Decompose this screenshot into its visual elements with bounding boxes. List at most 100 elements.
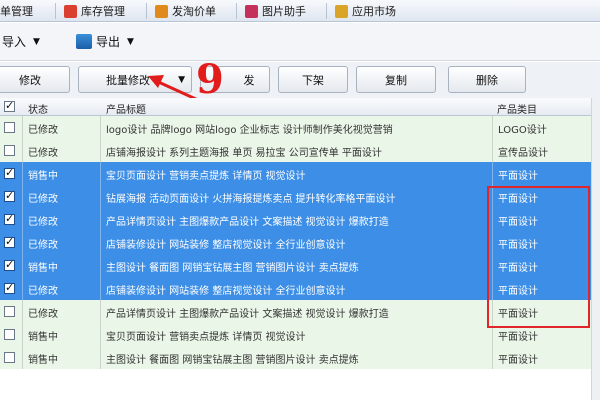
warehouse-icon — [64, 4, 77, 18]
tab-divider — [146, 3, 147, 19]
column-divider — [100, 185, 101, 208]
row-category: 平面设计 — [498, 355, 538, 366]
tab-price-list[interactable]: 发淘价单 — [155, 0, 216, 22]
tab-label: 图片助手 — [262, 5, 306, 18]
tab-divider — [326, 3, 327, 19]
row-title: 店铺装修设计 网站装修 整店视觉设计 全行业创意设计 — [106, 240, 346, 251]
row-status: 已修改 — [28, 217, 58, 228]
tab-label: 发淘价单 — [172, 5, 216, 18]
header-title[interactable]: 产品标题 — [106, 101, 146, 116]
step-number-annotation: 9 — [196, 56, 224, 103]
row-checkbox[interactable] — [4, 145, 15, 156]
column-divider — [100, 139, 101, 162]
row-status: 销售中 — [28, 263, 58, 274]
column-divider — [492, 116, 493, 139]
header-status[interactable]: 状态 — [28, 101, 48, 116]
export-icon — [76, 34, 92, 49]
delete-label: 删除 — [476, 73, 498, 87]
row-checkbox[interactable] — [4, 281, 15, 294]
image-icon — [245, 4, 258, 18]
chevron-down-icon: ▼ — [33, 36, 40, 47]
row-checkbox[interactable] — [4, 166, 15, 179]
row-title: 店铺装修设计 网站装修 整店视觉设计 全行业创意设计 — [106, 286, 346, 297]
table-row[interactable]: 销售中 宝贝页面设计 营销卖点提炼 详情页 视觉设计 平面设计 — [0, 162, 600, 185]
select-all-checkbox[interactable] — [4, 99, 15, 112]
table-header: 状态 产品标题 产品类目 — [0, 98, 600, 116]
column-divider — [100, 162, 101, 185]
action-toolbar: 修改 批量修改 ▼ 发 下架 复制 删除 — [0, 62, 600, 98]
column-divider — [22, 323, 23, 346]
column-divider — [22, 231, 23, 254]
table-row[interactable]: 已修改 logo设计 品牌logo 网站logo 企业标志 设计师制作美化视觉营销… — [0, 116, 600, 139]
import-label: 导入 — [2, 35, 27, 49]
column-divider — [22, 208, 23, 231]
row-status: 销售中 — [28, 171, 58, 182]
column-divider — [22, 277, 23, 300]
row-category: 平面设计 — [498, 171, 538, 182]
column-divider — [100, 116, 101, 139]
row-title: 产品详情页设计 主图爆款产品设计 文案描述 视觉设计 爆款打造 — [106, 217, 389, 228]
column-divider — [22, 254, 23, 277]
column-divider — [22, 139, 23, 162]
column-divider — [100, 208, 101, 231]
column-divider — [100, 231, 101, 254]
tab-order-management[interactable]: 单管理 — [0, 0, 33, 22]
price-tag-icon — [155, 4, 168, 18]
chevron-down-icon: ▼ — [127, 36, 134, 47]
row-status: 销售中 — [28, 355, 58, 366]
column-divider — [22, 346, 23, 369]
column-divider — [492, 139, 493, 162]
column-divider — [22, 300, 23, 323]
row-checkbox[interactable] — [4, 235, 15, 248]
table-row[interactable]: 已修改 店铺海报设计 系列主题海报 单页 易拉宝 公司宣传单 平面设计 宣传品设计 — [0, 139, 600, 162]
tab-image-assistant[interactable]: 图片助手 — [245, 0, 306, 22]
vertical-scrollbar[interactable] — [591, 98, 600, 400]
row-title: 主图设计 餐面图 网销宝钻展主图 营销图片设计 卖点提炼 — [106, 355, 359, 366]
column-divider — [22, 185, 23, 208]
import-export-toolbar: 导入 ▼ 导出 ▼ — [0, 23, 600, 61]
tab-label: 单管理 — [0, 5, 33, 18]
column-divider — [492, 346, 493, 369]
row-status: 已修改 — [28, 194, 58, 205]
header-category[interactable]: 产品类目 — [497, 101, 537, 116]
column-divider — [100, 254, 101, 277]
category-highlight-box — [487, 186, 590, 328]
column-divider — [22, 116, 23, 139]
tab-divider — [236, 3, 237, 19]
row-checkbox[interactable] — [4, 189, 15, 202]
row-title: 宝贝页面设计 营销卖点提炼 详情页 视觉设计 — [106, 171, 306, 182]
column-divider — [100, 277, 101, 300]
column-divider — [100, 323, 101, 346]
export-label: 导出 — [96, 35, 121, 49]
row-status: 已修改 — [28, 125, 58, 136]
table-row[interactable]: 销售中 主图设计 餐面图 网销宝钻展主图 营销图片设计 卖点提炼 平面设计 — [0, 346, 600, 369]
import-menu[interactable]: 导入 ▼ — [2, 33, 40, 50]
tab-inventory-management[interactable]: 库存管理 — [64, 0, 125, 22]
row-checkbox[interactable] — [4, 122, 15, 133]
row-checkbox[interactable] — [4, 352, 15, 363]
app-market-icon — [335, 4, 348, 18]
row-checkbox[interactable] — [4, 212, 15, 225]
row-status: 已修改 — [28, 309, 58, 320]
row-category: 宣传品设计 — [498, 148, 548, 159]
tab-app-market[interactable]: 应用市场 — [335, 0, 396, 22]
export-menu[interactable]: 导出 ▼ — [76, 33, 134, 50]
row-checkbox[interactable] — [4, 306, 15, 317]
row-status: 已修改 — [28, 148, 58, 159]
row-category: LOGO设计 — [498, 125, 547, 136]
row-category: 平面设计 — [498, 332, 538, 343]
take-down-label: 下架 — [302, 73, 324, 87]
row-title: 宝贝页面设计 营销卖点提炼 详情页 视觉设计 — [106, 332, 306, 343]
row-checkbox[interactable] — [4, 329, 15, 340]
copy-button[interactable]: 复制 — [356, 66, 436, 93]
edit-button[interactable]: 修改 — [0, 66, 70, 93]
row-title: 主图设计 餐面图 网销宝钻展主图 营销图片设计 卖点提炼 — [106, 263, 359, 274]
column-divider — [100, 346, 101, 369]
delete-button[interactable]: 删除 — [448, 66, 526, 93]
row-title: logo设计 品牌logo 网站logo 企业标志 设计师制作美化视觉营销 — [106, 125, 393, 136]
row-title: 店铺海报设计 系列主题海报 单页 易拉宝 公司宣传单 平面设计 — [106, 148, 382, 159]
take-down-button[interactable]: 下架 — [278, 66, 348, 93]
tab-label: 库存管理 — [81, 5, 125, 18]
row-checkbox[interactable] — [4, 258, 15, 271]
copy-label: 复制 — [385, 73, 407, 87]
